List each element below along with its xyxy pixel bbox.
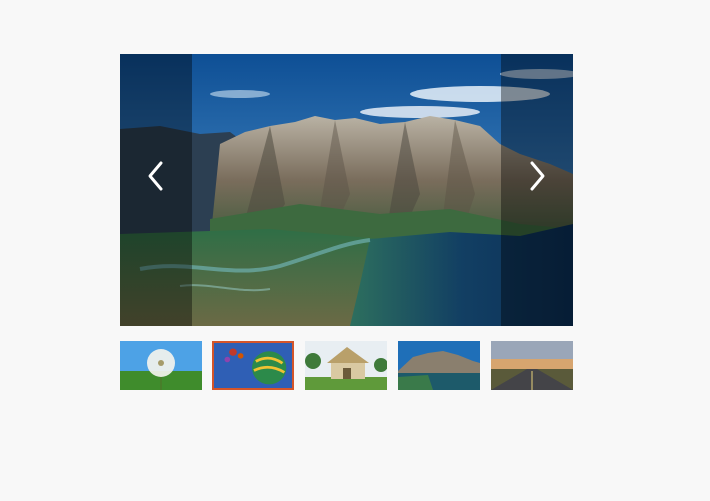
main-image-viewer (120, 54, 573, 326)
dandelion-image (120, 341, 202, 390)
thumbnail-thatched-hut[interactable] (305, 341, 387, 390)
next-button[interactable] (501, 54, 573, 326)
thumbnail-dandelion[interactable] (120, 341, 202, 390)
thatched-hut-image (305, 341, 387, 390)
road-sunset-image (491, 341, 573, 390)
mountain-lake-thumbnail-image (398, 341, 480, 390)
image-gallery (120, 54, 573, 390)
thumbnail-strip (120, 341, 573, 390)
chevron-right-icon (530, 161, 545, 191)
previous-button[interactable] (120, 54, 192, 326)
thumbnail-road-at-sunset[interactable] (491, 341, 573, 390)
hot-air-balloon-image (214, 343, 292, 388)
thumbnail-mountain-lake[interactable] (398, 341, 480, 390)
chevron-left-icon (148, 161, 163, 191)
thumbnail-hot-air-balloons[interactable] (212, 341, 294, 390)
